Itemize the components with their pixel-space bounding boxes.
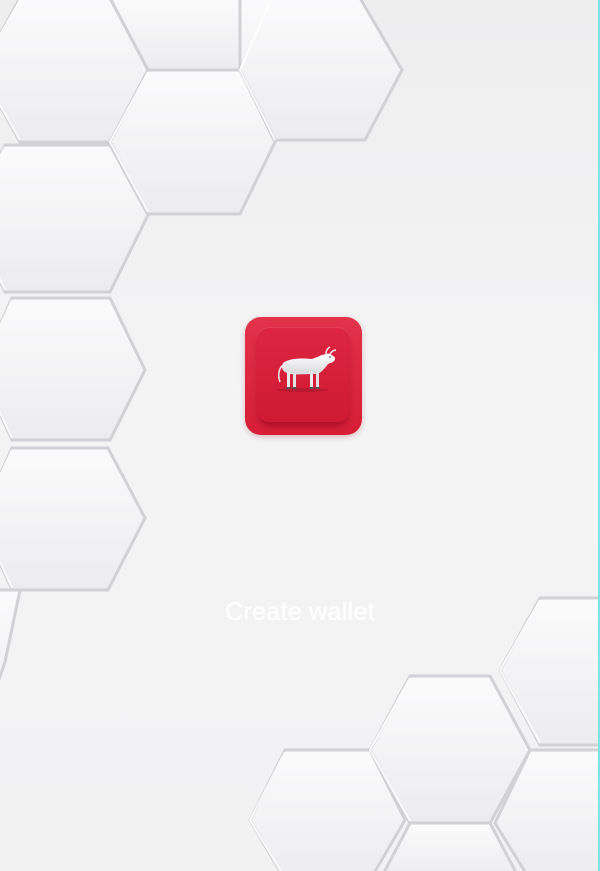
create-wallet-button[interactable]: Create wallet bbox=[0, 598, 600, 627]
logo-badge bbox=[256, 327, 351, 422]
welcome-screen: Create wallet bbox=[0, 0, 600, 871]
app-logo bbox=[245, 317, 362, 435]
bull-icon bbox=[277, 346, 337, 392]
hexagon-background bbox=[0, 0, 600, 871]
